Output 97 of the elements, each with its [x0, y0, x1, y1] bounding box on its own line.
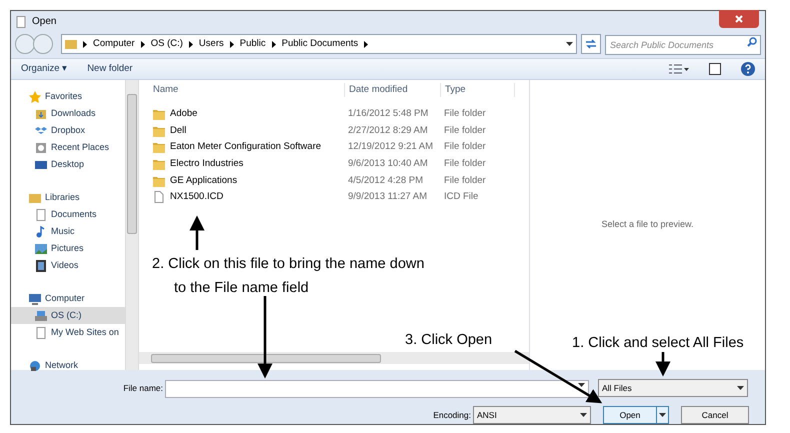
file-name[interactable]: Eaton Meter Configuration Software	[170, 140, 322, 155]
file-name[interactable]: Dell	[170, 124, 186, 138]
document-icon	[35, 208, 47, 220]
breadcrumb[interactable]: Public Documents	[282, 37, 358, 52]
picture-icon	[35, 242, 47, 254]
document-icon	[15, 16, 27, 28]
cancel-button[interactable]: Cancel	[681, 406, 749, 424]
open-button[interactable]: Open	[603, 406, 669, 424]
preview-message: Select a file to preview.	[601, 218, 694, 232]
help-icon[interactable]	[741, 62, 755, 76]
search-field[interactable]: Search Public Documents	[605, 35, 761, 56]
search-icon	[747, 37, 757, 48]
caret-icon	[566, 42, 573, 46]
address-bar[interactable]: Computer OS (C:) Users Public Public Documents	[61, 34, 577, 54]
chevron-icon	[83, 40, 87, 48]
folder-icon	[153, 141, 165, 154]
column-header[interactable]: Name	[139, 82, 344, 98]
caret-icon	[578, 383, 585, 387]
caret-icon	[659, 413, 666, 417]
folder-icon	[153, 158, 165, 170]
sidebar-item[interactable]: My Web Sites on	[11, 324, 125, 341]
film-icon	[35, 260, 47, 272]
monitor-icon	[35, 158, 47, 170]
file-name[interactable]: Adobe	[170, 107, 198, 122]
refresh-button[interactable]	[581, 34, 601, 54]
arrow	[656, 352, 670, 376]
sidebar-item[interactable]: Libraries	[11, 189, 125, 206]
date-cell-text: 4/5/2012 4:28 PM	[347, 174, 424, 188]
column-header[interactable]: Date modified	[344, 82, 440, 98]
caret-icon	[580, 413, 587, 417]
music-note-icon	[35, 226, 47, 238]
column-header[interactable]: Type	[440, 82, 515, 98]
close-button[interactable]	[719, 10, 759, 28]
breadcrumb[interactable]: OS (C:)	[150, 37, 183, 52]
type-cell-text: File folder	[443, 140, 487, 154]
toolbar-button[interactable]: Organize ▾	[21, 62, 68, 76]
folder-icon	[35, 108, 47, 120]
breadcrumb[interactable]: Computer	[93, 37, 135, 52]
drive-icon	[35, 310, 47, 322]
sidebar-item[interactable]: Documents	[11, 206, 125, 223]
toolbar-button[interactable]: New folder	[87, 62, 133, 76]
chevron-icon	[140, 40, 145, 48]
file-name[interactable]: GE Applications	[170, 174, 238, 188]
folder-icon	[153, 174, 165, 187]
sidebar-item[interactable]: OS (C:)	[11, 307, 125, 324]
refresh-icon	[585, 39, 597, 50]
file-name[interactable]: NX1500.ICD	[170, 190, 224, 204]
encoding-dropdown[interactable]: ANSI	[473, 406, 591, 424]
date-cell-text: 1/16/2012 5:48 PM	[347, 107, 430, 122]
file-name-field[interactable]	[165, 380, 589, 398]
horizontal-scrollbar[interactable]	[139, 352, 529, 364]
file-type-dropdown[interactable]: All Files	[598, 379, 748, 397]
sidebar-item[interactable]: Network	[11, 357, 125, 374]
folder-icon	[153, 108, 165, 120]
sidebar-item[interactable]: Music	[11, 223, 125, 240]
chevron-icon	[272, 40, 276, 48]
arrow	[190, 216, 204, 250]
caret-icon	[737, 386, 744, 390]
close-icon	[735, 14, 743, 23]
type-cell-text: ICD File	[443, 190, 480, 204]
breadcrumb[interactable]: Public	[240, 37, 266, 52]
sidebar-item[interactable]: Dropbox	[11, 122, 125, 139]
sidebar-item[interactable]: Downloads	[11, 105, 125, 122]
file-name[interactable]: Electro Industries	[170, 156, 244, 172]
date-cell-text: 12/19/2012 9:21 AM	[347, 140, 434, 154]
document-icon	[35, 326, 47, 338]
folder-icon	[29, 192, 41, 204]
field-label: Encoding:	[433, 408, 472, 422]
chevron-icon	[230, 40, 234, 48]
window-title: Open	[32, 15, 56, 30]
type-cell-text: File folder	[443, 174, 487, 188]
type-cell-text: File folder	[443, 156, 487, 171]
star-icon	[29, 90, 41, 102]
sidebar-item[interactable]: Recent Places	[11, 139, 125, 156]
annotation-text: 2. Click on this file to bring the name down to the File name field	[152, 255, 424, 298]
date-cell-text: 9/6/2013 10:40 AM	[347, 156, 429, 171]
sidebar-item[interactable]: Videos	[11, 257, 125, 274]
sidebar-item[interactable]: Computer	[11, 290, 125, 307]
type-cell-text: File folder	[443, 107, 487, 122]
date-cell-text: 9/9/2013 11:27 AM	[347, 190, 428, 204]
chevron-icon	[364, 40, 368, 48]
network-icon	[29, 360, 41, 372]
vertical-scrollbar[interactable]	[125, 80, 139, 370]
folder-icon	[65, 38, 77, 50]
type-cell-text: File folder	[443, 124, 487, 138]
sidebar-item[interactable]: Favorites	[11, 88, 125, 105]
folder-icon	[153, 124, 165, 137]
breadcrumb[interactable]: Users	[198, 37, 224, 52]
sidebar-item[interactable]: Desktop	[11, 156, 125, 173]
field-label: File name:	[122, 382, 164, 394]
date-cell-text: 2/27/2012 8:29 AM	[347, 124, 429, 138]
view-list-icon[interactable]	[669, 64, 689, 74]
document-icon	[153, 191, 165, 204]
preview-pane-icon[interactable]	[709, 63, 721, 76]
chevron-icon	[188, 40, 193, 48]
computer-icon	[29, 292, 41, 304]
sidebar-item[interactable]: Pictures	[11, 240, 125, 257]
